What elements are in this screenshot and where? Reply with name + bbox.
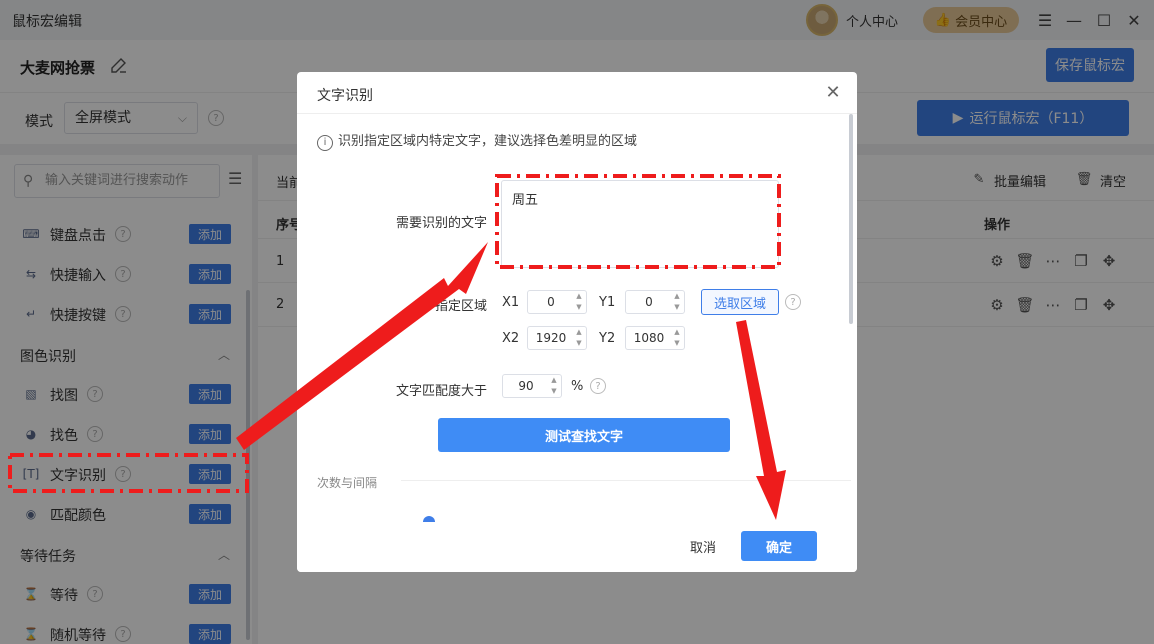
text-to-recognize-label: 需要识别的文字 xyxy=(395,216,487,231)
percent-unit: % xyxy=(571,379,584,394)
y1-value: 0 xyxy=(645,295,653,309)
match-threshold-value: 90 xyxy=(518,379,534,393)
y2-label: Y2 xyxy=(599,331,616,346)
text-to-recognize-input[interactable]: 周五 xyxy=(501,180,779,268)
stepper-icon[interactable]: ▲ ▼ xyxy=(574,291,584,313)
y1-input[interactable]: 0 ▲ ▼ xyxy=(625,290,685,314)
x2-label: X2 xyxy=(502,331,520,346)
match-threshold-label: 文字匹配度大于 xyxy=(395,384,487,399)
stepper-icon[interactable]: ▲ ▼ xyxy=(574,327,584,349)
dialog-title: 文字识别 xyxy=(317,88,373,104)
x1-input[interactable]: 0 ▲ ▼ xyxy=(527,290,587,314)
close-icon[interactable]: ✕ xyxy=(823,82,843,103)
help-icon[interactable]: ? xyxy=(785,294,801,310)
x2-value: 1920 xyxy=(535,331,567,345)
x2-input[interactable]: 1920 ▲ ▼ xyxy=(527,326,587,350)
match-threshold-input[interactable]: 90 ▲ ▼ xyxy=(502,374,562,398)
dialog-info-text: 识别指定区域内特定文字，建议选择色差明显的区域 xyxy=(338,134,638,149)
stepper-icon[interactable]: ▲ ▼ xyxy=(549,375,559,397)
text-to-recognize-value: 周五 xyxy=(512,193,539,208)
y2-input[interactable]: 1080 ▲ ▼ xyxy=(625,326,685,350)
test-find-text-button[interactable]: 测试查找文字 xyxy=(438,418,730,452)
select-region-button[interactable]: 选取区域 xyxy=(701,289,779,315)
dialog-scrollbar[interactable] xyxy=(849,114,853,324)
x1-label: X1 xyxy=(502,295,520,310)
dialog-header xyxy=(297,72,857,114)
y1-label: Y1 xyxy=(599,295,616,310)
y2-value: 1080 xyxy=(633,331,665,345)
cancel-button[interactable]: 取消 xyxy=(677,531,729,561)
dialog-info: i 识别指定区域内特定文字，建议选择色差明显的区域 xyxy=(317,130,637,151)
region-label: 指定区域 xyxy=(434,299,487,314)
stepper-icon[interactable]: ▲ ▼ xyxy=(672,291,682,313)
confirm-button[interactable]: 确定 xyxy=(741,531,817,561)
divider xyxy=(401,480,851,481)
stepper-icon[interactable]: ▲ ▼ xyxy=(672,327,682,349)
help-icon[interactable]: ? xyxy=(590,378,606,394)
x1-value: 0 xyxy=(547,295,555,309)
info-icon: i xyxy=(317,135,333,151)
section-title: 次数与间隔 xyxy=(317,476,378,490)
text-recognition-dialog: 文字识别 ✕ i 识别指定区域内特定文字，建议选择色差明显的区域 需要识别的文字 … xyxy=(297,72,857,572)
